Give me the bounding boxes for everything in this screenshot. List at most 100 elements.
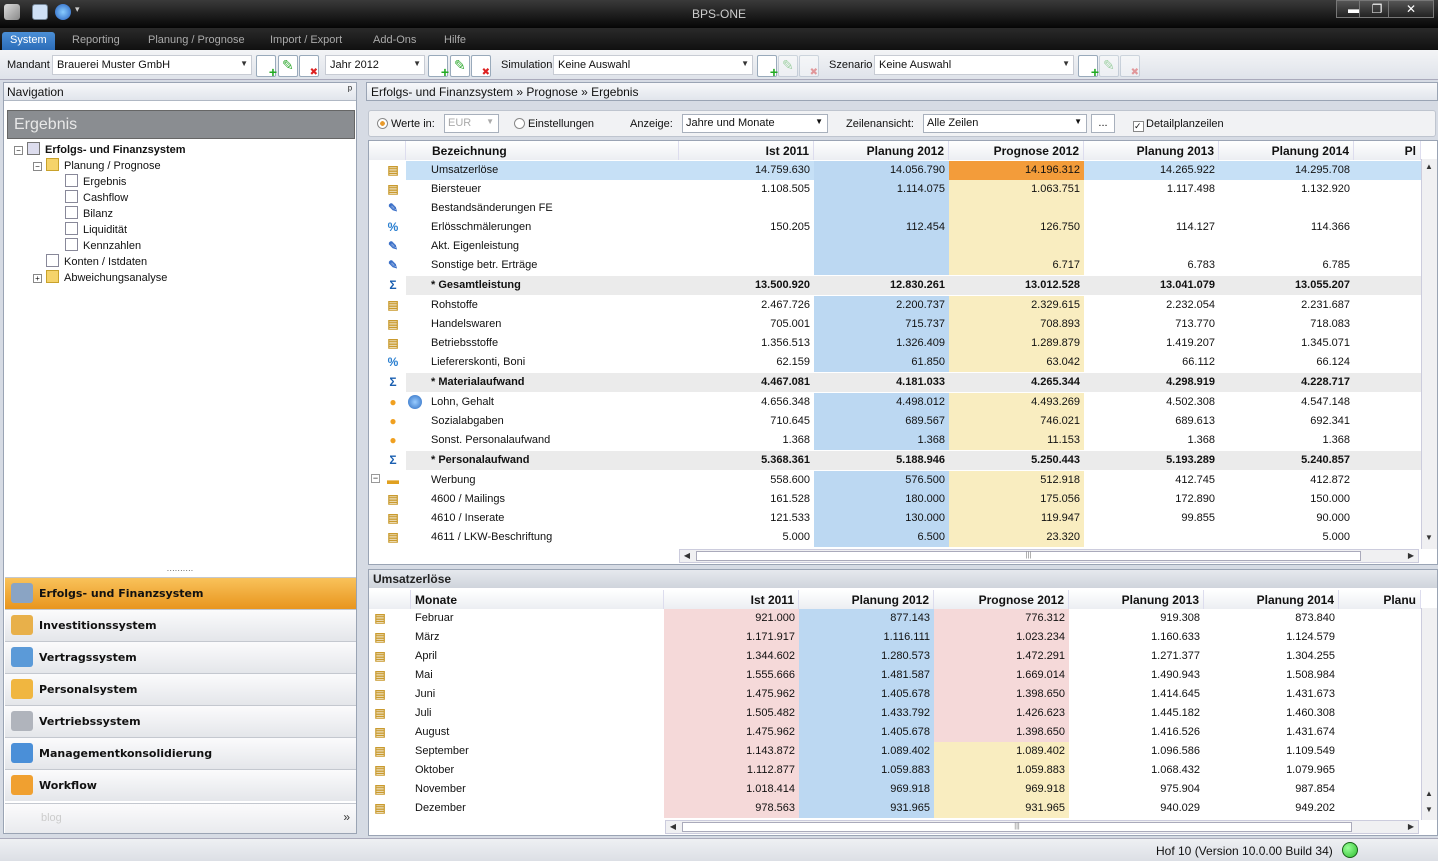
value-cell[interactable]: 1.431.674 <box>1204 723 1339 742</box>
sum-row[interactable]: Σ * Personalaufwand 5.368.361 5.188.946 5.25… <box>369 451 1421 470</box>
tree-expander-icon[interactable]: − <box>14 146 23 155</box>
value-cell[interactable]: 114.366 <box>1219 218 1354 237</box>
value-cell[interactable]: 14.295.708 <box>1219 161 1354 180</box>
value-cell[interactable] <box>949 237 1084 256</box>
value-cell[interactable]: 13.041.079 <box>1084 276 1219 295</box>
value-cell[interactable]: 1.460.308 <box>1204 704 1339 723</box>
value-cell[interactable]: 1.132.920 <box>1219 180 1354 199</box>
einstellungen-radio[interactable]: Einstellungen <box>514 118 594 130</box>
value-cell[interactable]: 175.056 <box>949 490 1084 509</box>
value-cell[interactable]: 6.783 <box>1084 256 1219 275</box>
value-cell[interactable]: 975.904 <box>1069 780 1204 799</box>
value-cell[interactable]: 130.000 <box>814 509 949 528</box>
tree-item[interactable]: Konten / Istdaten <box>33 254 147 268</box>
value-cell[interactable]: 713.770 <box>1084 315 1219 334</box>
add-simulation-button[interactable] <box>757 55 778 80</box>
value-cell[interactable] <box>679 199 814 218</box>
value-cell[interactable]: 4.493.269 <box>949 393 1084 412</box>
scroll-down-icon[interactable]: ▼ <box>1422 532 1436 544</box>
value-cell[interactable] <box>814 199 949 218</box>
scroll-down-icon[interactable]: ▼ <box>1422 804 1436 816</box>
tab-import-export[interactable]: Import / Export <box>262 32 350 50</box>
szenario-select[interactable]: Keine Auswahl ▼ <box>874 55 1074 75</box>
value-cell[interactable]: 5.240.857 <box>1219 451 1354 470</box>
value-cell[interactable]: 14.265.922 <box>1084 161 1219 180</box>
anzeige-select[interactable]: Jahre und Monate ▼ <box>682 114 828 133</box>
scroll-up-icon[interactable]: ▲ <box>1422 161 1436 173</box>
table-row[interactable]: ▤ April 1.344.602 1.280.573 1.472.291 1.271.3… <box>369 647 1421 666</box>
scroll-thumb[interactable]: ||| <box>696 551 1361 561</box>
value-cell[interactable]: 412.745 <box>1084 471 1219 490</box>
value-cell[interactable]: 11.153 <box>949 431 1084 450</box>
value-cell[interactable]: 1.079.965 <box>1204 761 1339 780</box>
value-cell[interactable] <box>949 199 1084 218</box>
value-cell[interactable] <box>1084 237 1219 256</box>
value-cell[interactable]: 180.000 <box>814 490 949 509</box>
value-cell[interactable]: 1.505.482 <box>664 704 799 723</box>
tree-item[interactable]: − Erfolgs- und Finanzsystem <box>14 142 186 156</box>
detailplanzeilen-checkbox[interactable]: ✓ Detailplanzeilen <box>1133 118 1224 132</box>
jahr-select[interactable]: Jahr 2012 ▼ <box>325 55 425 75</box>
value-cell[interactable]: 13.055.207 <box>1219 276 1354 295</box>
value-cell[interactable]: 1.068.432 <box>1069 761 1204 780</box>
value-cell[interactable]: 99.855 <box>1084 509 1219 528</box>
value-cell[interactable]: 5.368.361 <box>679 451 814 470</box>
value-cell[interactable]: 1.356.513 <box>679 334 814 353</box>
value-cell[interactable]: 1.109.549 <box>1204 742 1339 761</box>
value-cell[interactable]: 1.271.377 <box>1069 647 1204 666</box>
value-cell[interactable]: 1.508.984 <box>1204 666 1339 685</box>
value-cell[interactable]: 126.750 <box>949 218 1084 237</box>
value-cell[interactable]: 715.737 <box>814 315 949 334</box>
tab-system[interactable]: System <box>2 32 55 50</box>
add-jahr-button[interactable] <box>428 55 449 80</box>
module-vertragssystem[interactable]: Vertragssystem <box>5 641 356 673</box>
value-cell[interactable]: 14.196.312 <box>949 161 1084 180</box>
value-cell[interactable]: 6.717 <box>949 256 1084 275</box>
simulation-select[interactable]: Keine Auswahl ▼ <box>553 55 753 75</box>
value-cell[interactable]: 1.416.526 <box>1069 723 1204 742</box>
value-cell[interactable]: 689.613 <box>1084 412 1219 431</box>
value-cell[interactable]: 2.200.737 <box>814 296 949 315</box>
zeilenansicht-select[interactable]: Alle Zeilen ▼ <box>923 114 1087 133</box>
value-cell[interactable]: 931.965 <box>934 799 1069 818</box>
value-cell[interactable]: 1.089.402 <box>799 742 934 761</box>
value-cell[interactable]: 1.171.917 <box>664 628 799 647</box>
value-cell[interactable]: 1.124.579 <box>1204 628 1339 647</box>
value-cell[interactable]: 1.116.111 <box>799 628 934 647</box>
value-cell[interactable]: 776.312 <box>934 609 1069 628</box>
value-cell[interactable]: 949.202 <box>1204 799 1339 818</box>
column-header[interactable]: Planung 2012 <box>799 590 934 609</box>
column-header[interactable]: Planung 2012 <box>814 141 949 160</box>
column-header[interactable]: Prognose 2012 <box>949 141 1084 160</box>
value-cell[interactable]: 931.965 <box>799 799 934 818</box>
tree-expander-icon[interactable]: − <box>33 162 42 171</box>
value-cell[interactable]: 13.500.920 <box>679 276 814 295</box>
value-cell[interactable]: 1.023.234 <box>934 628 1069 647</box>
delete-szenario-button[interactable] <box>1120 55 1140 78</box>
value-cell[interactable]: 121.533 <box>679 509 814 528</box>
column-header[interactable]: Monate <box>411 590 664 609</box>
value-cell[interactable]: 1.426.623 <box>934 704 1069 723</box>
value-cell[interactable]: 1.433.792 <box>799 704 934 723</box>
module-blog[interactable]: blog » <box>5 803 356 833</box>
value-cell[interactable]: 63.042 <box>949 353 1084 372</box>
value-cell[interactable]: 23.320 <box>949 528 1084 547</box>
value-cell[interactable]: 5.188.946 <box>814 451 949 470</box>
value-cell[interactable]: 1.117.498 <box>1084 180 1219 199</box>
value-cell[interactable]: 1.326.409 <box>814 334 949 353</box>
value-cell[interactable]: 412.872 <box>1219 471 1354 490</box>
value-cell[interactable]: 61.850 <box>814 353 949 372</box>
value-cell[interactable]: 150.000 <box>1219 490 1354 509</box>
value-cell[interactable]: 1.280.573 <box>799 647 934 666</box>
value-cell[interactable]: 62.159 <box>679 353 814 372</box>
horizontal-scrollbar[interactable]: ◀ ||| ▶ <box>665 820 1419 834</box>
value-cell[interactable]: 689.567 <box>814 412 949 431</box>
sum-row[interactable]: Σ * Materialaufwand 4.467.081 4.181.033 4.26… <box>369 373 1421 392</box>
value-cell[interactable]: 1.669.014 <box>934 666 1069 685</box>
value-cell[interactable]: 921.000 <box>664 609 799 628</box>
value-cell[interactable]: 940.029 <box>1069 799 1204 818</box>
edit-szenario-button[interactable] <box>1099 55 1119 77</box>
value-cell[interactable]: 1.160.633 <box>1069 628 1204 647</box>
value-cell[interactable]: 112.454 <box>814 218 949 237</box>
value-cell[interactable]: 1.414.645 <box>1069 685 1204 704</box>
